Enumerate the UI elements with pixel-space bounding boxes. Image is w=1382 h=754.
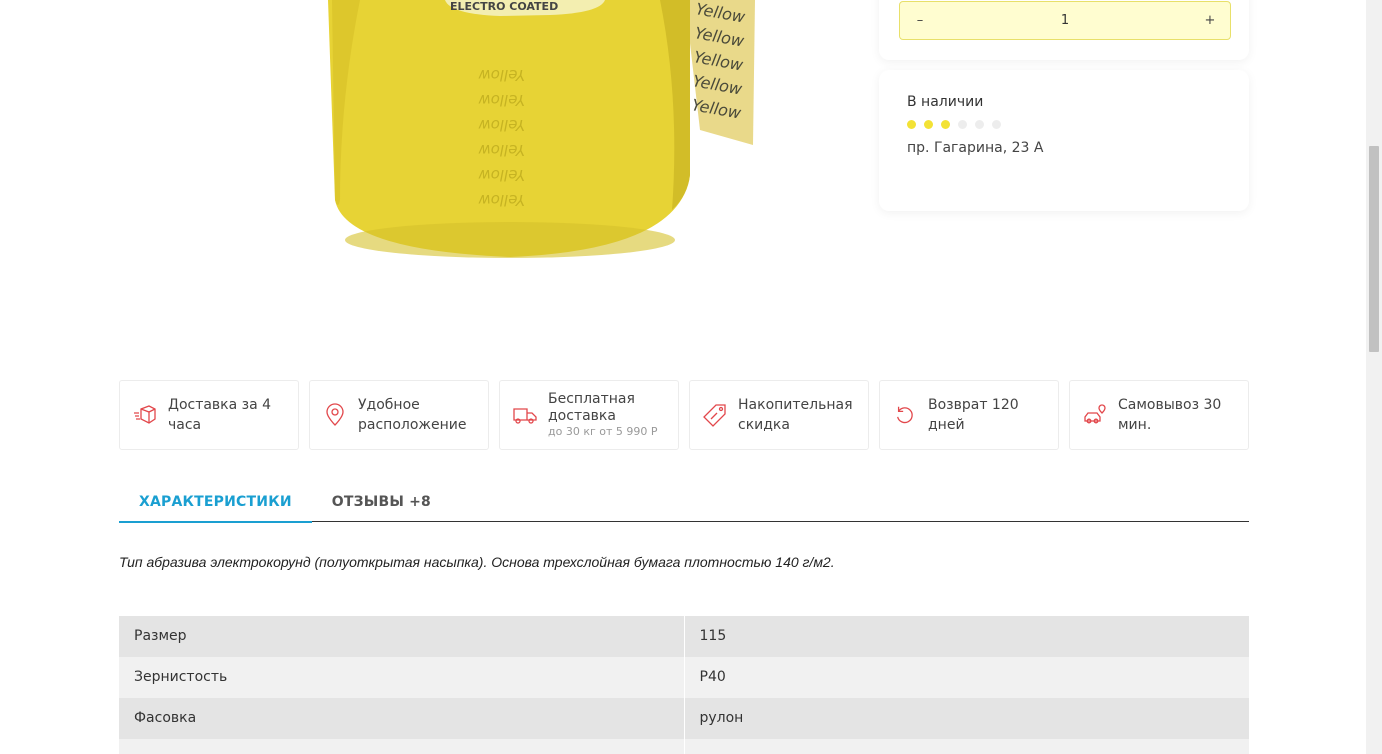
feature-label: Накопительная скидка [738,397,853,433]
feature-label: Удобное расположение [358,397,467,433]
discount-tag-icon [702,402,728,428]
decrease-button[interactable]: – [914,13,926,28]
stock-level-indicator [907,120,1221,129]
svg-text:ELECTRO COATED: ELECTRO COATED [450,0,558,13]
spec-value: P40 [699,669,726,685]
availability-card: В наличии пр. Гагарина, 23 А [879,70,1249,211]
feature-discount[interactable]: Накопительная скидка [689,380,869,450]
svg-text:Yellow: Yellow [478,91,525,109]
feature-label: Самовывоз 30 мин. [1118,397,1222,433]
feature-location[interactable]: Удобное расположение [309,380,489,450]
quantity-stepper[interactable]: – 1 + [899,1,1231,40]
spec-name: Размер [119,616,685,657]
delivery-box-icon [132,402,158,428]
store-address[interactable]: пр. Гагарина, 23 А [907,140,1221,156]
quantity-card: – 1 + [879,0,1249,60]
feature-label: Возврат 120 дней [928,397,1019,433]
stock-dot [992,120,1001,129]
spec-name: Зернистость [119,657,685,698]
spec-value: 115 [699,628,727,644]
product-description: Тип абразива электрокорунд (полуоткрытая… [119,554,835,570]
table-row: Зернистость P40 [119,657,1249,698]
table-row: Размер 115 [119,616,1249,657]
car-pickup-icon [1082,402,1108,428]
svg-text:Yellow: Yellow [478,141,525,159]
table-row [119,739,1249,754]
availability-status: В наличии [907,94,984,110]
stock-dot [907,120,916,129]
scrollbar-thumb[interactable] [1369,146,1379,352]
feature-sublabel: до 30 кг от 5 990 Р [548,425,658,438]
svg-text:Yellow: Yellow [478,116,525,134]
feature-label: Доставка за 4 часа [168,397,272,433]
feature-delivery[interactable]: Доставка за 4 часа [119,380,299,450]
spec-value: рулон [699,710,744,726]
specs-table: Размер 115 Зернистость P40 Фасовка рулон [119,616,1249,754]
product-tabs: ХАРАКТЕРИСТИКИ ОТЗЫВЫ +8 [119,482,1249,523]
svg-text:Yellow: Yellow [478,191,525,209]
table-row: Фасовка рулон [119,698,1249,739]
product-image: Yellow Yellow Yellow Yellow Yellow ELECT… [328,0,755,258]
stock-dot [941,120,950,129]
stock-dot [924,120,933,129]
spec-name [119,739,685,754]
return-arrow-icon [892,402,918,428]
location-pin-icon [322,402,348,428]
truck-icon [512,402,538,428]
feature-return[interactable]: Возврат 120 дней [879,380,1059,450]
svg-text:Yellow: Yellow [478,166,525,184]
stock-dot [975,120,984,129]
feature-pickup[interactable]: Самовывоз 30 мин. [1069,380,1249,450]
page-scrollbar[interactable] [1366,0,1382,754]
spec-value [685,739,1250,754]
increase-button[interactable]: + [1204,13,1216,28]
benefits-row: Доставка за 4 часа Удобное расположение … [119,380,1249,450]
stock-dot [958,120,967,129]
spec-name: Фасовка [119,698,685,739]
tab-characteristics[interactable]: ХАРАКТЕРИСТИКИ [119,482,312,523]
svg-text:Yellow: Yellow [478,66,525,84]
feature-free-delivery[interactable]: Бесплатная доставка до 30 кг от 5 990 Р [499,380,679,450]
quantity-input[interactable]: 1 [1061,13,1069,28]
tab-reviews[interactable]: ОТЗЫВЫ +8 [312,482,451,522]
feature-label: Бесплатная доставка [548,391,635,424]
